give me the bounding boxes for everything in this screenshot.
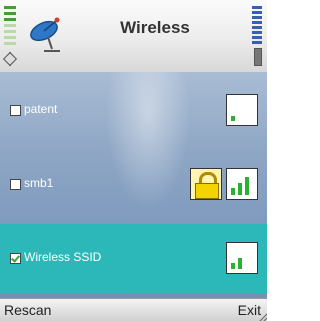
page-title: Wireless	[120, 18, 190, 37]
network-name: patent	[24, 102, 58, 116]
network-item-patent[interactable]: patent	[0, 76, 267, 146]
wireless-screen: Wireless patent smb1 Wireless SSID Resca…	[0, 0, 267, 321]
softkey-bar: Rescan Exit	[0, 298, 267, 321]
signal-strength-icon	[2, 6, 18, 67]
header-bar: Wireless	[0, 0, 267, 72]
resize-grip-icon	[259, 313, 267, 321]
network-name: Wireless SSID	[24, 250, 102, 264]
network-list: patent smb1 Wireless SSID	[0, 72, 267, 298]
signal-strength-icon	[226, 168, 258, 200]
network-name: smb1	[24, 176, 54, 190]
signal-strength-icon	[226, 94, 258, 126]
network-item-wireless-ssid[interactable]: Wireless SSID	[0, 224, 267, 294]
network-checkbox[interactable]	[10, 105, 21, 116]
network-checkbox[interactable]	[10, 179, 21, 190]
signal-strength-icon	[226, 242, 258, 274]
rescan-button[interactable]: Rescan	[4, 302, 51, 318]
network-item-smb1[interactable]: smb1	[0, 150, 267, 220]
satellite-dish-icon	[30, 17, 60, 52]
battery-icon	[251, 6, 263, 66]
network-checkbox[interactable]	[10, 253, 21, 264]
lock-icon	[190, 168, 222, 200]
